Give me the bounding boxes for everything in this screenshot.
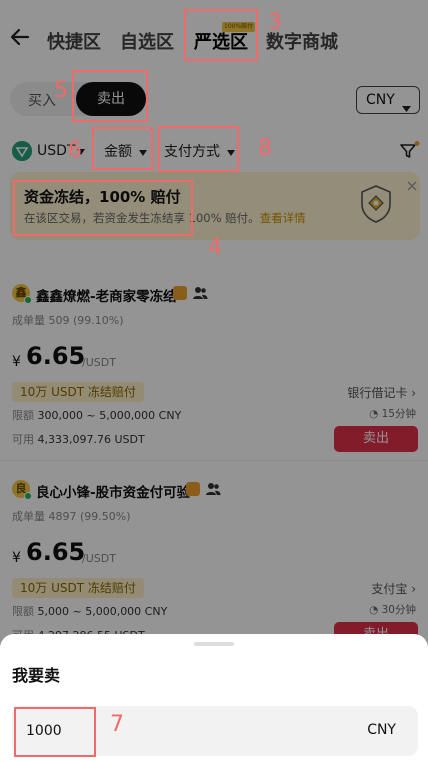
annotation-number-3: 3 (268, 10, 282, 35)
annotation-box-7 (14, 707, 96, 757)
annotation-box-5 (72, 70, 148, 122)
annotation-box-4 (13, 180, 193, 236)
amount-currency: CNY (367, 722, 396, 738)
annotation-number-8: 8 (258, 136, 272, 161)
annotation-number-6: 6 (68, 138, 82, 163)
annotation-number-5: 5 (54, 78, 68, 103)
sheet-title: 我要卖 (12, 666, 61, 685)
annotation-box-3 (184, 9, 258, 61)
annotation-number-4: 4 (208, 235, 222, 260)
annotation-number-7: 7 (110, 712, 124, 737)
p2p-trade-screen: 快捷区 自选区 严选区 100%赔付 数字商城 买入 卖出 CNY USDT 金… (0, 0, 428, 761)
annotation-box-8 (158, 126, 239, 172)
sheet-handle[interactable] (194, 642, 234, 646)
annotation-box-6 (92, 127, 153, 170)
